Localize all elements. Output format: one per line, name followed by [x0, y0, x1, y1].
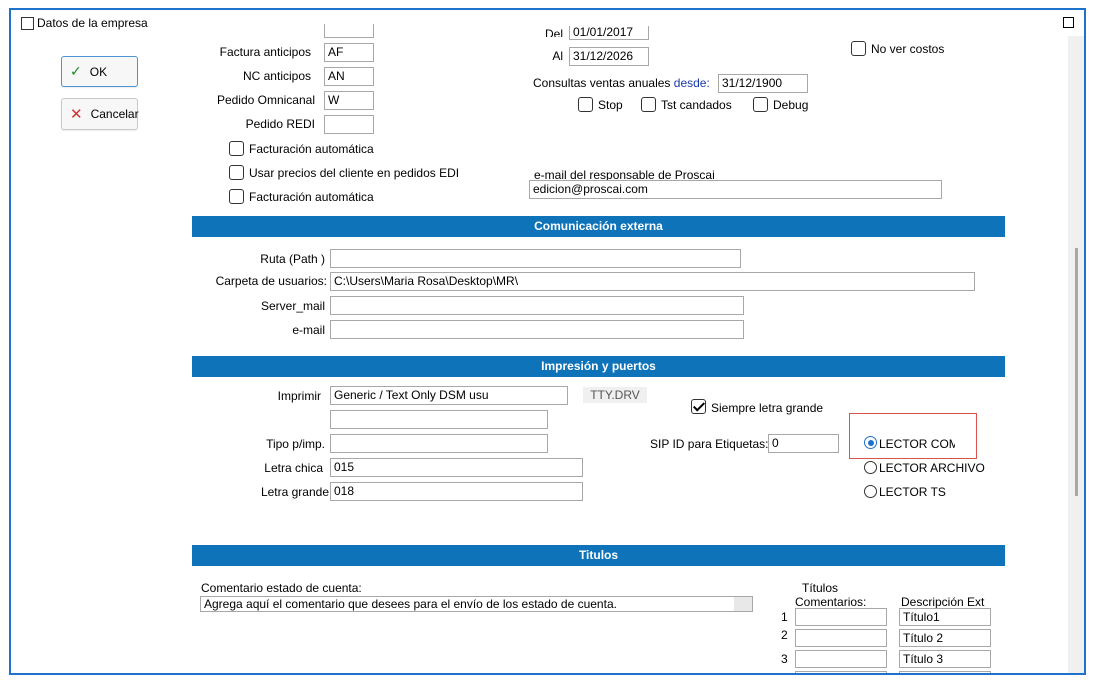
- pedido-redi-label: Pedido REDI: [245, 117, 315, 131]
- titulos-header: Titulos: [192, 545, 1005, 566]
- letra-grande-input[interactable]: 018: [330, 482, 583, 501]
- lector-archivo-radio[interactable]: [864, 461, 877, 474]
- titulo-descripcion-input-partial[interactable]: [899, 671, 991, 673]
- nc-anticipos-input[interactable]: AN: [324, 67, 374, 86]
- lector-ts-radio[interactable]: [864, 485, 877, 498]
- titulo-comentario-input[interactable]: [795, 650, 887, 668]
- carpeta-input[interactable]: C:\Users\Maria Rosa\Desktop\MR\: [330, 272, 975, 291]
- facturacion-automatica-checkbox-2[interactable]: [229, 189, 244, 204]
- del-label: Del: [544, 27, 563, 37]
- desde-text: desde:: [673, 76, 710, 90]
- imprimir-input[interactable]: Generic / Text Only DSM usu: [330, 386, 568, 405]
- letra-chica-input[interactable]: 015: [330, 458, 583, 477]
- facturacion-automatica-checkbox-1[interactable]: [229, 141, 244, 156]
- comunicacion-externa-header: Comunicación externa: [192, 216, 1005, 237]
- comentario-scrollbar[interactable]: [734, 597, 752, 611]
- al-input[interactable]: 31/12/2026: [569, 47, 649, 66]
- usar-precios-label: Usar precios del cliente en pedidos EDI: [249, 166, 460, 180]
- col-comentarios-label: Comentarios:: [795, 595, 867, 609]
- titulo-comentario-input[interactable]: [795, 629, 887, 647]
- stop-checkbox[interactable]: [578, 97, 593, 112]
- email-responsable-input[interactable]: edicion@proscai.com: [529, 180, 942, 199]
- cancel-button-label: Cancelar: [90, 107, 139, 121]
- titulo-comentario-input[interactable]: [795, 608, 887, 626]
- lector-archivo-label: LECTOR ARCHIVO: [879, 461, 985, 475]
- pedido-omnicanal-input[interactable]: W: [324, 91, 374, 110]
- siempre-letra-grande-label: Siempre letra grande: [711, 401, 824, 415]
- maximize-button[interactable]: [1063, 17, 1074, 28]
- factura-anticipos-input[interactable]: AF: [324, 43, 374, 62]
- server-mail-label: Server_mail: [260, 299, 325, 313]
- scrollbar-thumb[interactable]: [1075, 248, 1078, 496]
- letra-chica-label: Letra chica: [264, 461, 323, 475]
- tipo-imp-input[interactable]: [330, 434, 548, 453]
- titulo-descripcion-input[interactable]: Título 2: [899, 629, 991, 647]
- titulo-descripcion-input[interactable]: Título1: [899, 608, 991, 626]
- desde-input[interactable]: 31/12/1900: [718, 74, 808, 93]
- impresion-puertos-header: Impresión y puertos: [192, 356, 1005, 377]
- dialog-window: Datos de la empresa ✓ OK ✕ Cancelar Fact…: [9, 8, 1086, 675]
- sip-id-input[interactable]: 0: [768, 434, 839, 453]
- usar-precios-checkbox[interactable]: [229, 165, 244, 180]
- window-icon: [21, 17, 34, 30]
- email-label: e-mail: [292, 323, 325, 337]
- stop-label: Stop: [598, 98, 623, 112]
- lector-com-label: LECTOR COM: [879, 437, 955, 451]
- facturacion-automatica-label-2: Facturación automática: [249, 190, 374, 204]
- imprimir-second-input[interactable]: [330, 410, 548, 429]
- consultas-text: Consultas ventas anuales: [533, 76, 671, 90]
- col-titulos-label: Títulos: [802, 581, 839, 595]
- check-icon: ✓: [70, 63, 82, 79]
- vertical-scrollbar[interactable]: [1068, 36, 1084, 673]
- letra-grande-label: Letra grande: [260, 485, 329, 499]
- titulo-comentario-input-partial[interactable]: [795, 671, 887, 673]
- del-input[interactable]: 01/01/2017: [569, 26, 649, 40]
- carpeta-label: Carpeta de usuarios:: [215, 274, 327, 288]
- titulo-row-number: 1: [781, 610, 788, 624]
- partial-field-top[interactable]: [324, 24, 374, 38]
- lector-com-radio[interactable]: [864, 436, 877, 449]
- nc-anticipos-label: NC anticipos: [242, 69, 311, 83]
- sip-id-label: SIP ID para Etiquetas:: [650, 437, 769, 451]
- al-label: Al: [552, 49, 563, 63]
- col-descripcion-label: Descripción Ext: [901, 595, 985, 609]
- siempre-letra-grande-checkbox[interactable]: [691, 399, 706, 414]
- pedido-redi-input[interactable]: [324, 115, 374, 134]
- debug-checkbox[interactable]: [753, 97, 768, 112]
- pedido-omnicanal-label: Pedido Omnicanal: [216, 93, 315, 107]
- email-input[interactable]: [330, 320, 744, 339]
- ruta-input[interactable]: [330, 249, 741, 268]
- imprimir-label: Imprimir: [277, 389, 321, 403]
- server-mail-input[interactable]: [330, 296, 744, 315]
- no-ver-costos-label: No ver costos: [871, 42, 945, 56]
- ok-button-label: OK: [89, 64, 108, 79]
- factura-anticipos-label: Factura anticipos: [219, 45, 311, 59]
- debug-label: Debug: [773, 98, 809, 112]
- titulo-descripcion-input[interactable]: Título 3: [899, 650, 991, 668]
- consultas-label: Consultas ventas anuales desde:: [533, 76, 710, 90]
- titulo-row-number: 2: [781, 628, 788, 642]
- window-title: Datos de la empresa: [37, 16, 148, 30]
- lector-ts-label: LECTOR TS: [879, 485, 946, 499]
- comentario-estado-input[interactable]: Agrega aquí el comentario que desees par…: [200, 596, 753, 612]
- comentario-estado-label: Comentario estado de cuenta:: [201, 581, 362, 595]
- tipo-imp-label: Tipo p/imp.: [266, 437, 325, 451]
- titulo-row-number: 3: [781, 652, 788, 666]
- driver-label: TTY.DRV: [583, 387, 647, 403]
- ruta-label: Ruta (Path ): [260, 252, 325, 266]
- cancel-button[interactable]: ✕ Cancelar: [61, 98, 139, 130]
- tst-candados-checkbox[interactable]: [641, 97, 656, 112]
- ok-button[interactable]: ✓ OK: [61, 56, 138, 87]
- facturacion-automatica-label-1: Facturación automática: [249, 142, 374, 156]
- close-icon: ✕: [70, 106, 83, 123]
- tst-candados-label: Tst candados: [661, 98, 732, 112]
- no-ver-costos-checkbox[interactable]: [851, 41, 866, 56]
